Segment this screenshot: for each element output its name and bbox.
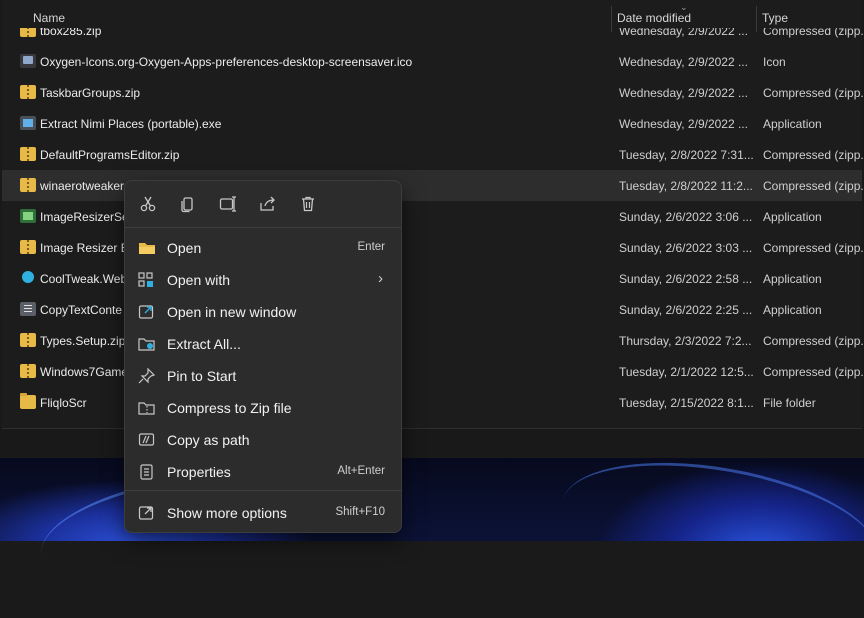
file-date: Sunday, 2/6/2022 3:06 ... — [619, 210, 753, 224]
more-options-icon — [138, 505, 156, 521]
ico-file-icon — [20, 54, 36, 68]
file-type: Compressed (zipp... — [763, 334, 864, 348]
copy-path-icon — [138, 432, 156, 448]
file-date: Wednesday, 2/9/2022 ... — [619, 86, 748, 100]
file-date: Thursday, 2/3/2022 7:2... — [619, 334, 752, 348]
zip-icon — [20, 147, 36, 161]
file-type: Application — [763, 303, 822, 317]
exe-icon — [20, 116, 36, 130]
menu-item-label: Open with — [167, 272, 231, 288]
file-type: Application — [763, 117, 822, 131]
cut-icon[interactable] — [138, 194, 158, 214]
file-name: DefaultProgramsEditor.zip — [40, 148, 180, 162]
file-type: Application — [763, 210, 822, 224]
open-with-icon — [138, 272, 156, 288]
file-date: Tuesday, 2/1/2022 12:5... — [619, 365, 754, 379]
file-date: Sunday, 2/6/2022 2:25 ... — [619, 303, 753, 317]
file-type: Application — [763, 272, 822, 286]
menu-item-extract-all[interactable]: Extract All... — [129, 329, 397, 359]
table-row[interactable]: DefaultProgramsEditor.zip Tuesday, 2/8/2… — [2, 139, 864, 170]
wallpaper-wave — [551, 441, 864, 618]
menu-item-open-with[interactable]: Open with › — [129, 265, 397, 295]
menu-item-label: Copy as path — [167, 432, 250, 448]
properties-icon — [138, 464, 156, 480]
file-type: File folder — [763, 396, 816, 410]
column-header: Name ⌄ Date modified Type — [2, 0, 862, 34]
menu-item-label: Extract All... — [167, 336, 241, 352]
file-name: Oxygen-Icons.org-Oxygen-Apps-preferences… — [40, 55, 413, 69]
menu-item-label: Open — [167, 240, 202, 256]
file-name: Windows7Game — [40, 365, 129, 379]
file-date: Sunday, 2/6/2022 3:03 ... — [619, 241, 753, 255]
file-date: Wednesday, 2/9/2022 ... — [619, 55, 748, 69]
file-date: Tuesday, 2/8/2022 7:31... — [619, 148, 754, 162]
file-type: Compressed (zipp... — [763, 241, 864, 255]
file-type: Compressed (zipp... — [763, 86, 864, 100]
menu-item-shortcut: Alt+Enter — [337, 465, 385, 477]
file-date: Wednesday, 2/9/2022 ... — [619, 117, 748, 131]
zip-icon — [20, 85, 36, 99]
zip-icon — [20, 240, 36, 254]
menu-item-shortcut: Shift+F10 — [335, 506, 385, 518]
share-icon[interactable] — [258, 194, 278, 214]
zip-icon — [20, 364, 36, 378]
column-name-header[interactable]: Name — [33, 11, 65, 25]
column-divider[interactable] — [756, 6, 757, 32]
menu-item-pin-to-start[interactable]: Pin to Start — [129, 361, 397, 391]
file-date: Tuesday, 2/15/2022 8:1... — [619, 396, 754, 410]
menu-item-label: Properties — [167, 464, 231, 480]
new-window-icon — [138, 304, 156, 320]
app-icon — [20, 209, 36, 223]
column-type-header[interactable]: Type — [762, 11, 788, 25]
context-menu-toolbar — [125, 181, 401, 227]
folder-icon — [20, 393, 36, 409]
file-name: ImageResizerSe — [40, 210, 129, 224]
app-icon — [20, 271, 36, 285]
file-type: Compressed (zipp... — [763, 148, 864, 162]
table-row[interactable]: Extract Nimi Places (portable).exe Wedne… — [2, 108, 862, 139]
menu-divider — [125, 227, 401, 228]
menu-item-shortcut: Enter — [357, 241, 386, 253]
file-name: TaskbarGroups.zip — [40, 86, 141, 100]
rename-icon[interactable] — [218, 194, 238, 214]
menu-item-show-more-options[interactable]: Show more options Shift+F10 — [129, 498, 397, 528]
chevron-right-icon: › — [378, 270, 383, 287]
copy-icon[interactable] — [178, 194, 198, 214]
file-type: Compressed (zipp... — [763, 365, 864, 379]
context-menu: Open Enter Open with › Open in new windo… — [124, 180, 402, 533]
menu-divider — [125, 490, 401, 491]
pin-icon — [138, 367, 156, 384]
file-type: Compressed (zipp... — [763, 179, 864, 193]
menu-item-copy-as-path[interactable]: Copy as path — [129, 425, 397, 455]
file-name: FliqloScr — [40, 396, 87, 410]
file-name: winaerotweaker — [40, 179, 125, 193]
file-name: CopyTextConte — [40, 303, 123, 317]
menu-item-open[interactable]: Open Enter — [129, 233, 397, 263]
menu-item-compress-to-zip[interactable]: Compress to Zip file — [129, 393, 397, 423]
file-name: Types.Setup.zip — [40, 334, 126, 348]
app-icon — [20, 302, 36, 316]
menu-item-label: Open in new window — [167, 304, 297, 320]
folder-open-icon — [138, 240, 156, 256]
table-row[interactable]: Oxygen-Icons.org-Oxygen-Apps-preferences… — [2, 46, 862, 77]
column-date-header[interactable]: Date modified — [617, 11, 691, 25]
column-divider[interactable] — [611, 6, 612, 32]
file-name: CoolTweak.Web — [40, 272, 128, 286]
zip-compress-icon — [138, 400, 156, 416]
table-row[interactable]: TaskbarGroups.zip Wednesday, 2/9/2022 ..… — [2, 77, 864, 108]
file-name: Extract Nimi Places (portable).exe — [40, 117, 222, 131]
file-date: Sunday, 2/6/2022 2:58 ... — [619, 272, 753, 286]
zip-icon — [20, 178, 36, 192]
file-type: Icon — [763, 55, 786, 69]
delete-icon[interactable] — [298, 194, 318, 214]
extract-icon — [138, 336, 156, 352]
menu-item-open-in-new-window[interactable]: Open in new window — [129, 297, 397, 327]
zip-icon — [20, 333, 36, 347]
file-name: Image Resizer Er — [40, 241, 133, 255]
menu-item-label: Pin to Start — [167, 368, 237, 384]
menu-item-properties[interactable]: Properties Alt+Enter — [129, 457, 397, 487]
menu-item-label: Show more options — [167, 505, 287, 521]
file-date: Tuesday, 2/8/2022 11:2... — [619, 179, 753, 193]
menu-item-label: Compress to Zip file — [167, 400, 292, 416]
